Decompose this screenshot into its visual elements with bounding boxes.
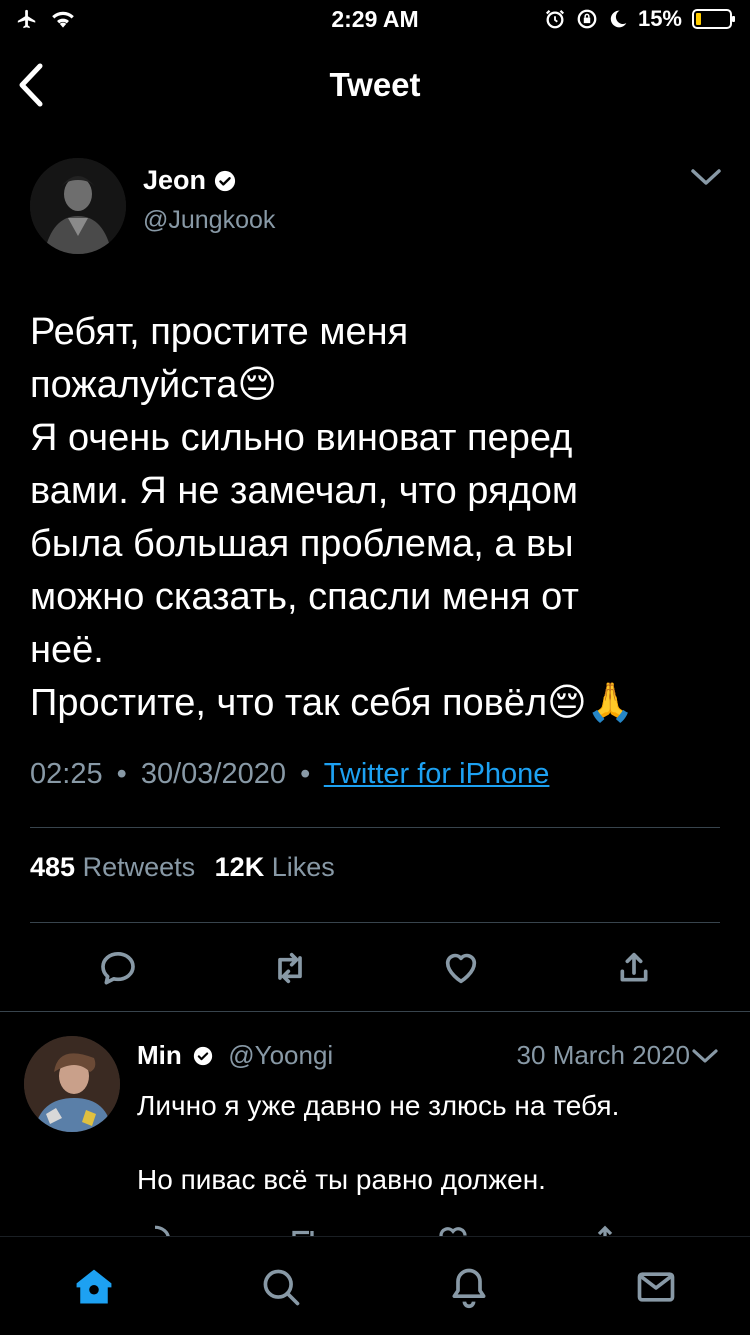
search-icon bbox=[263, 1269, 300, 1306]
likes-count: 12K bbox=[214, 852, 265, 882]
notifications-icon bbox=[452, 1268, 486, 1309]
tab-home[interactable] bbox=[72, 1265, 116, 1309]
verified-badge-icon bbox=[214, 170, 236, 191]
tweet-meta: 02:25 • 30/03/2020 • Twitter for iPhone bbox=[30, 758, 549, 791]
retweets-label: Retweets bbox=[82, 852, 196, 882]
divider bbox=[30, 922, 720, 923]
page-title: Tweet bbox=[329, 66, 421, 103]
status-right: 15% bbox=[544, 6, 736, 32]
reply-options-button[interactable] bbox=[690, 1044, 720, 1070]
chevron-down-icon bbox=[692, 1049, 718, 1063]
reply-icon bbox=[101, 952, 135, 985]
meta-separator: • bbox=[116, 758, 127, 790]
home-icon bbox=[76, 1269, 112, 1304]
tab-notifications[interactable] bbox=[447, 1265, 491, 1309]
status-bar: 2:29 AM 15% bbox=[0, 0, 750, 40]
battery-icon bbox=[692, 9, 735, 29]
reply-avatar[interactable] bbox=[24, 1036, 120, 1132]
section-divider bbox=[0, 1011, 750, 1012]
chevron-down-icon bbox=[691, 169, 721, 185]
likes-stat[interactable]: 12K Likes bbox=[215, 852, 335, 882]
reply-author-handle[interactable]: @Yoongi bbox=[228, 1040, 333, 1070]
like-icon bbox=[445, 953, 477, 984]
tab-search[interactable] bbox=[259, 1265, 303, 1309]
tab-bar bbox=[0, 1236, 750, 1335]
retweets-count: 485 bbox=[30, 852, 76, 882]
retweet-button[interactable] bbox=[270, 948, 310, 988]
tweet-source-link[interactable]: Twitter for iPhone bbox=[324, 758, 550, 790]
like-button[interactable] bbox=[441, 948, 481, 988]
tweet-text: Ребят, простите меня пожалуйста😔 Я очень… bbox=[30, 311, 635, 724]
author-handle[interactable]: @Jungkook bbox=[143, 206, 275, 235]
moon-icon bbox=[610, 10, 627, 28]
verified-badge-icon bbox=[193, 1046, 213, 1066]
tweet-options-button[interactable] bbox=[688, 162, 724, 192]
messages-icon bbox=[637, 1272, 675, 1302]
reply-date: 30 March 2020 bbox=[516, 1040, 690, 1070]
alarm-icon bbox=[545, 9, 565, 29]
author-avatar[interactable] bbox=[30, 158, 126, 254]
tab-messages[interactable] bbox=[634, 1265, 678, 1309]
tweet-time: 02:25 bbox=[30, 758, 103, 790]
share-icon bbox=[620, 952, 648, 982]
tweet-actions bbox=[30, 940, 720, 996]
author-name-row[interactable]: Jeon bbox=[143, 165, 236, 196]
author-name: Jeon bbox=[143, 165, 207, 195]
reply-text: Лично я уже давно не злюсь на тебя. Но п… bbox=[137, 1090, 620, 1195]
likes-label: Likes bbox=[271, 852, 335, 882]
avatar-image bbox=[24, 1036, 120, 1132]
share-button[interactable] bbox=[614, 948, 654, 988]
engagement-counts: 485 Retweets 12K Likes bbox=[30, 852, 335, 883]
meta-separator: • bbox=[300, 758, 311, 790]
tweet-date: 30/03/2020 bbox=[140, 758, 287, 790]
retweet-icon bbox=[278, 952, 302, 984]
orientation-lock-icon bbox=[577, 9, 597, 29]
battery-percentage: 15% bbox=[637, 6, 682, 31]
header: Tweet bbox=[0, 40, 750, 130]
avatar-image bbox=[30, 158, 126, 254]
reply-author-name[interactable]: Min bbox=[137, 1040, 182, 1070]
retweets-stat[interactable]: 485 Retweets bbox=[30, 852, 203, 882]
reply-button[interactable] bbox=[98, 948, 138, 988]
divider bbox=[30, 827, 720, 828]
